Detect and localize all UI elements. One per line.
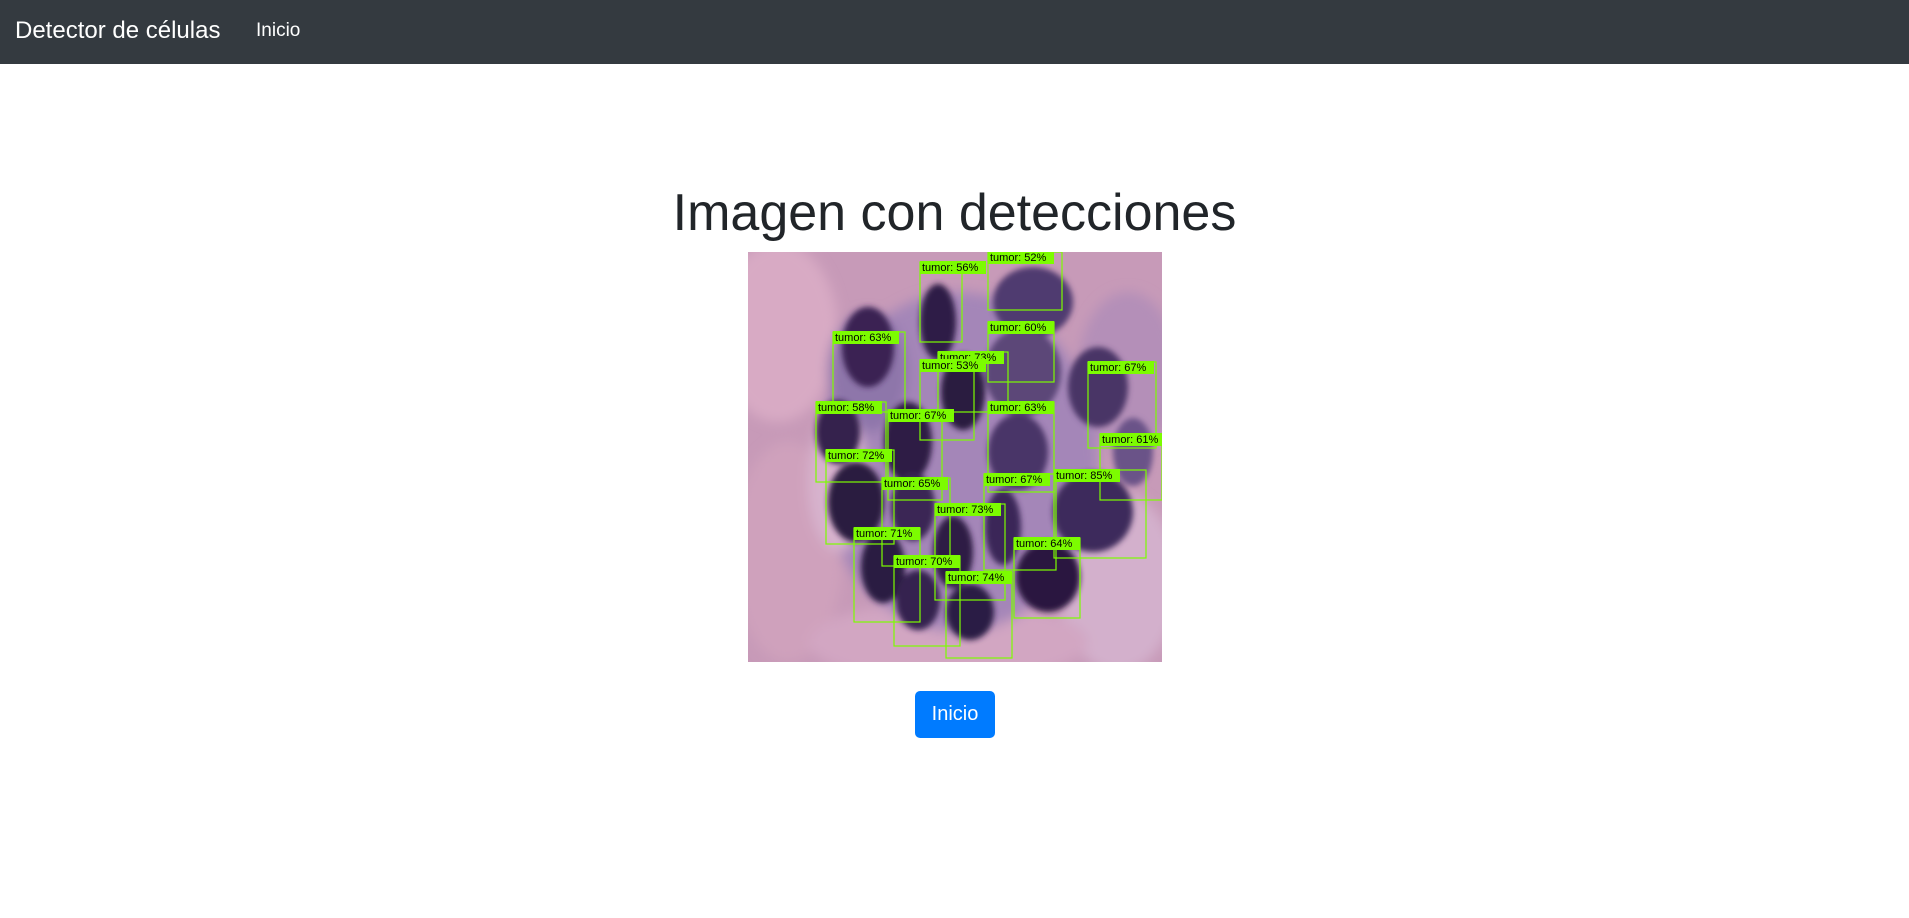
detection-label: tumor: 73% (937, 504, 993, 516)
detection-label: tumor: 63% (835, 332, 891, 344)
detection-label: tumor: 52% (990, 252, 1046, 264)
navbar-brand[interactable]: Detector de células (15, 14, 220, 48)
page-title: Imagen con detecciones (672, 184, 1237, 242)
inicio-button[interactable]: Inicio (915, 691, 995, 738)
detection-label: tumor: 67% (1090, 362, 1146, 374)
detection-label: tumor: 85% (1056, 470, 1112, 482)
detection-label: tumor: 56% (922, 262, 978, 274)
detection-label: tumor: 61% (1102, 434, 1158, 446)
detection-label: tumor: 70% (896, 556, 952, 568)
detection-image: tumor: 56% tumor: 52% tumor: 60% tumor: 63%… (748, 252, 1162, 662)
detection-label: tumor: 72% (828, 450, 884, 462)
detection-label: tumor: 67% (890, 410, 946, 422)
detection-label: tumor: 71% (856, 528, 912, 540)
detection-label: tumor: 53% (922, 360, 978, 372)
detection-label: tumor: 67% (986, 474, 1042, 486)
detection-label: tumor: 65% (884, 478, 940, 490)
detection-label: tumor: 58% (818, 402, 874, 414)
navbar: Detector de células Inicio (0, 0, 1909, 64)
detection-label: tumor: 74% (948, 572, 1004, 584)
detection-label: tumor: 64% (1016, 538, 1072, 550)
detection-image-canvas: tumor: 56% tumor: 52% tumor: 60% tumor: 63%… (748, 252, 1162, 662)
detection-label: tumor: 63% (990, 402, 1046, 414)
detection-label: tumor: 60% (990, 322, 1046, 334)
nav-link-inicio[interactable]: Inicio (256, 18, 300, 44)
